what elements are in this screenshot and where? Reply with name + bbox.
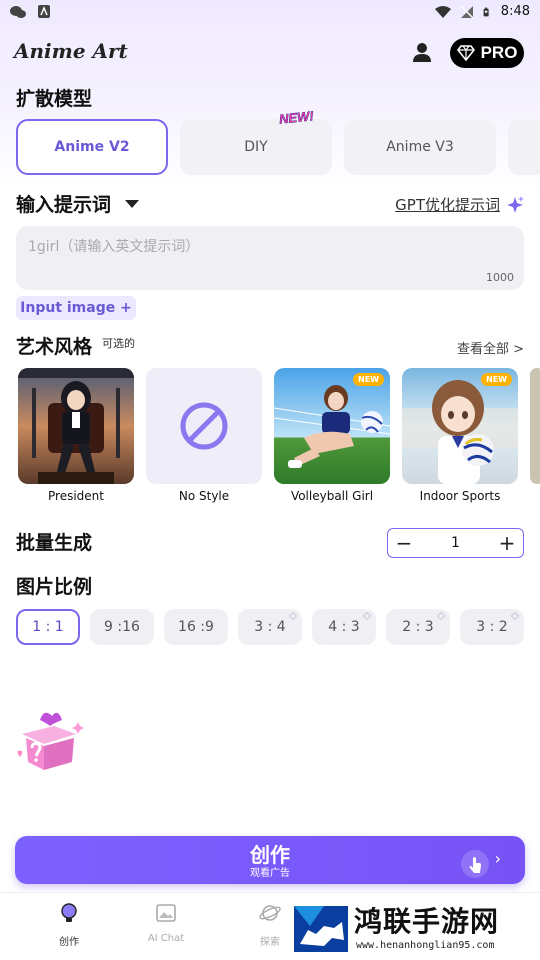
nav-item-create[interactable]: 创作 — [29, 901, 109, 948]
view-all-link[interactable]: 查看全部 > — [457, 338, 524, 357]
watermark-title: 鸿联手游网 — [354, 905, 500, 938]
ratio-title: 图片比例 — [16, 576, 93, 598]
ratio-chip-3-4[interactable]: 3 : 4 — [238, 609, 302, 645]
watermark-logo — [294, 906, 348, 952]
input-image-button[interactable]: Input image + — [16, 296, 136, 320]
pro-label: PRO — [480, 43, 518, 62]
char-counter: 1000 — [486, 271, 514, 284]
watch-ad-label: 观看广告 — [250, 868, 290, 879]
batch-row: 批量生成 − 1 + — [16, 528, 524, 558]
image-icon — [156, 904, 176, 922]
ratio-label: 3 : 2 — [476, 619, 508, 635]
pro-diamond-icon — [362, 611, 372, 621]
prompt-title-dropdown[interactable]: 输入提示词 — [16, 190, 140, 217]
signal-off-icon — [460, 4, 474, 19]
style-thumb-no-style — [146, 368, 262, 484]
nav-label: 创作 — [59, 937, 79, 948]
new-tag: NEW — [481, 373, 512, 386]
style-thumb-volleyball-girl: NEW — [274, 368, 390, 484]
ratio-chip-9-16[interactable]: 9 :16 — [90, 609, 154, 645]
batch-title: 批量生成 — [16, 532, 93, 554]
increment-button[interactable]: + — [497, 531, 517, 555]
app-title: Anime Art — [14, 39, 128, 63]
ratio-label: 3 : 4 — [254, 619, 286, 635]
ratio-chip-4-3[interactable]: 4 : 3 — [312, 609, 376, 645]
decrement-button[interactable]: − — [394, 531, 414, 555]
battery-icon — [483, 7, 489, 16]
top-bar: Anime Art PRO — [0, 34, 540, 74]
art-style-title: 艺术风格 — [16, 336, 93, 358]
create-button[interactable]: 创作 观看广告 › — [15, 836, 525, 884]
prompt-title: 输入提示词 — [16, 194, 112, 216]
style-thumb-partial — [530, 368, 540, 484]
pro-diamond-icon — [288, 611, 298, 621]
ratio-label: 16 :9 — [178, 619, 214, 635]
gift-box-icon[interactable] — [14, 704, 84, 774]
nav-item-ai-chat[interactable]: AI Chat — [126, 901, 206, 944]
ratio-chip-3-2[interactable]: 3 : 2 — [460, 609, 524, 645]
style-card-indoor-sports[interactable]: NEW Indoor Sports — [402, 368, 518, 503]
ratio-list: 1 : 1 9 :16 16 :9 3 : 4 4 : 3 2 : 3 3 : … — [16, 609, 524, 645]
pro-button[interactable]: PRO — [450, 38, 524, 68]
style-card-president[interactable]: President — [18, 368, 134, 503]
style-card-partial[interactable] — [530, 368, 540, 484]
no-style-icon — [180, 402, 228, 450]
style-label-no-style: No Style — [178, 489, 230, 503]
style-card-volleyball-girl[interactable]: NEW Volleyball Girl — [274, 368, 390, 503]
planet-icon — [259, 905, 281, 921]
style-thumb-president — [18, 368, 134, 484]
model-card-partial[interactable] — [508, 119, 540, 175]
batch-stepper: − 1 + — [387, 528, 524, 558]
wifi-icon — [434, 5, 451, 18]
art-style-header: 艺术风格 可选的 查看全部 > — [16, 332, 524, 360]
gpt-optimize-link[interactable]: GPT优化提示词 — [395, 194, 524, 215]
pro-diamond-icon — [510, 611, 520, 621]
tap-hand-icon — [461, 850, 489, 878]
model-card-anime-v2[interactable]: Anime V2 — [16, 119, 168, 175]
style-label-indoor-sports: Indoor Sports — [419, 489, 501, 503]
ratio-chip-1-1[interactable]: 1 : 1 — [16, 609, 80, 645]
status-bar: 8:48 — [0, 0, 540, 26]
site-watermark: 鸿联手游网 www.henanhonglian95.com — [292, 898, 532, 958]
wechat-icon — [10, 6, 26, 18]
ratio-label: 1 : 1 — [32, 619, 64, 635]
art-style-subtitle: 可选的 — [102, 337, 135, 350]
prompt-input[interactable]: 1girl（请输入英文提示词） 1000 — [16, 226, 524, 290]
model-section-title: 扩散模型 — [16, 88, 93, 110]
status-time: 8:48 — [500, 4, 530, 19]
model-card-diy[interactable]: DIY — [180, 119, 332, 175]
art-style-list: President No Style NEW Volleyball Girl N… — [16, 368, 540, 508]
caret-down-icon — [125, 199, 140, 208]
style-thumb-indoor-sports: NEW — [402, 368, 518, 484]
style-label-volleyball-girl: Volleyball Girl — [290, 489, 374, 503]
sparkle-icon — [507, 195, 524, 213]
ratio-label: 4 : 3 — [328, 619, 360, 635]
ratio-chip-2-3[interactable]: 2 : 3 — [386, 609, 450, 645]
batch-value: 1 — [451, 535, 460, 551]
model-card-anime-v3[interactable]: Anime V3 — [344, 119, 496, 175]
prompt-header: 输入提示词 GPT优化提示词 — [16, 190, 524, 218]
new-tag: NEW — [353, 373, 384, 386]
model-list: Anime V2 DIY Anime V3 — [16, 119, 540, 175]
president-image — [18, 368, 134, 484]
prompt-placeholder: 1girl（请输入英文提示词） — [28, 239, 200, 255]
watermark-url: www.henanhonglian95.com — [356, 940, 495, 951]
pro-diamond-icon — [436, 611, 446, 621]
diamond-icon — [456, 45, 475, 61]
style-label-president: President — [48, 489, 104, 503]
nav-label: AI Chat — [147, 933, 185, 944]
app-notification-icon — [38, 5, 50, 18]
bulb-icon — [61, 903, 77, 922]
user-icon[interactable] — [410, 40, 434, 64]
ratio-chip-16-9[interactable]: 16 :9 — [164, 609, 228, 645]
ratio-label: 9 :16 — [104, 619, 140, 635]
gpt-optimize-label: GPT优化提示词 — [395, 196, 500, 214]
ratio-label: 2 : 3 — [402, 619, 434, 635]
chevron-right-icon: › — [494, 849, 501, 868]
style-card-no-style[interactable]: No Style — [146, 368, 262, 503]
